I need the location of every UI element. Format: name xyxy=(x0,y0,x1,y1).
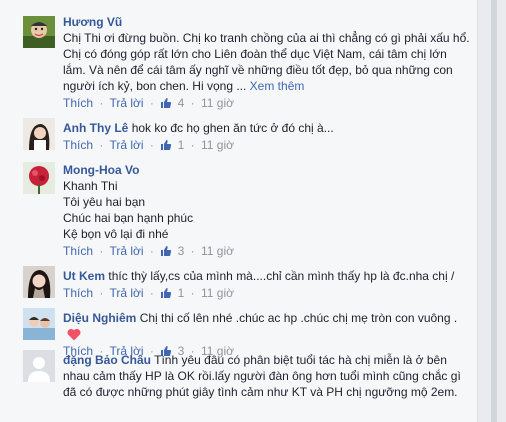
thumbs-up-icon xyxy=(161,140,172,150)
thumbs-up-icon xyxy=(161,246,172,256)
like-link[interactable]: Thích xyxy=(63,138,93,152)
like-link[interactable]: Thích xyxy=(63,286,93,300)
comment-actions: Thích · Trả lời · 3 · 11 giờ xyxy=(63,244,234,258)
comment: Anh Thy Lê hok ko đc họ ghen ăn tức ở đó… xyxy=(0,114,474,156)
like-count[interactable]: 3 xyxy=(178,244,185,258)
like-count[interactable]: 4 xyxy=(178,96,185,110)
commenter-name[interactable]: Diệu Nghiêm xyxy=(63,311,136,325)
like-link[interactable]: Thích xyxy=(63,96,93,110)
comment-actions: Thích · Trả lời · 4 · 11 giờ xyxy=(63,96,234,110)
timestamp[interactable]: 11 giờ xyxy=(201,96,234,110)
avatar[interactable] xyxy=(23,16,55,48)
reply-link[interactable]: Trả lời xyxy=(109,286,143,300)
reply-link[interactable]: Trả lời xyxy=(109,96,143,110)
commenter-name[interactable]: Mong-Hoa Vo xyxy=(63,163,139,177)
like-link[interactable]: Thích xyxy=(63,244,93,258)
comment: Mong-Hoa Vo Khanh Thi Tôi yêu hai bạn Ch… xyxy=(0,156,474,260)
scrollbar[interactable] xyxy=(491,0,497,422)
avatar[interactable] xyxy=(23,308,55,340)
like-count[interactable]: 1 xyxy=(178,138,185,152)
reply-link[interactable]: Trả lời xyxy=(109,244,143,258)
timestamp[interactable]: 11 giờ xyxy=(201,286,234,300)
comment-text: Chị Thi ơi đừng buồn. Chị ko tranh chồng… xyxy=(63,31,470,93)
avatar[interactable] xyxy=(23,266,55,298)
commenter-name[interactable]: Ut Kem xyxy=(63,269,105,283)
thumbs-up-icon xyxy=(161,98,172,108)
like-count[interactable]: 1 xyxy=(178,286,185,300)
commenter-name[interactable]: Hương Vũ xyxy=(63,15,122,29)
comment-actions: Thích · Trả lời · 1 · 11 giờ xyxy=(63,286,234,300)
avatar[interactable] xyxy=(23,350,55,382)
comment: đặng Bảo Châu Tình yêu đâu có phân biệt … xyxy=(0,346,474,422)
see-more-link[interactable]: Xem thêm xyxy=(250,79,305,93)
timestamp[interactable]: 11 giờ xyxy=(201,244,234,258)
comment-actions: Thích · Trả lời · 1 · 11 giờ xyxy=(63,138,234,152)
avatar[interactable] xyxy=(23,162,55,194)
thumbs-up-icon xyxy=(161,288,172,298)
commenter-name[interactable]: đặng Bảo Châu xyxy=(63,353,151,367)
comment-text: hok ko đc họ ghen ăn tức ở đó chị à... xyxy=(131,121,334,135)
reply-link[interactable]: Trả lời xyxy=(109,138,143,152)
comment-text: Khanh Thi Tôi yêu hai bạn Chúc hai bạn h… xyxy=(63,179,194,241)
comment: Ut Kem thíc thỳ lấy,cs của mình mà....ch… xyxy=(0,262,474,304)
timestamp[interactable]: 11 giờ xyxy=(201,138,234,152)
avatar[interactable] xyxy=(23,118,55,150)
heart-icon xyxy=(67,328,81,341)
comment-text: thíc thỳ lấy,cs của mình mà....chỉ cần m… xyxy=(108,269,455,283)
commenter-name[interactable]: Anh Thy Lê xyxy=(63,121,128,135)
comment-text: Chị thi cố lên nhé .chúc ac hp .chúc chị… xyxy=(139,311,458,325)
comment: Diệu Nghiêm Chị thi cố lên nhé .chúc ac … xyxy=(0,304,474,358)
comment: Hương Vũ Chị Thi ơi đừng buồn. Chị ko tr… xyxy=(0,8,474,112)
